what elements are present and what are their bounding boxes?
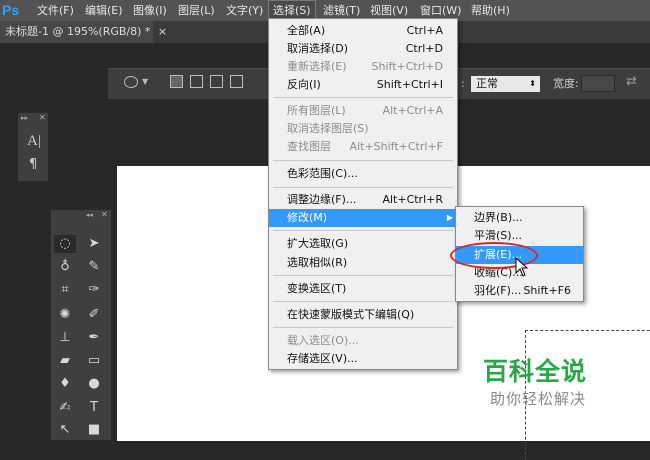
panel-close-icon[interactable]: ✕ <box>101 210 108 219</box>
rectangle-tool-icon[interactable]: ■ <box>83 421 105 439</box>
menu-item-color-range[interactable]: 色彩范围(C)... <box>269 165 457 183</box>
close-tab-icon[interactable]: × <box>158 25 167 38</box>
menu-help[interactable]: 帮助(H) <box>471 0 510 21</box>
menu-separator <box>273 275 453 276</box>
menu-item-inverse[interactable]: 反向(I) Shift+Ctrl+I <box>269 76 457 94</box>
watermark-title: 百科全说 <box>483 357 588 386</box>
swap-icon[interactable]: ⇄ <box>626 74 637 89</box>
lasso-tool-icon[interactable]: ♁ <box>54 258 76 276</box>
menu-item-transform-selection[interactable]: 变换选区(T) <box>269 280 457 298</box>
menu-type[interactable]: 文字(Y) <box>226 0 263 21</box>
elliptical-marquee-tool-icon[interactable]: ◌ <box>54 235 76 253</box>
history-brush-tool-icon[interactable]: ✒ <box>83 329 105 347</box>
brush-tool-icon[interactable]: ✐ <box>83 306 105 324</box>
character-panel: ▸▸ ✕ A| ¶ <box>17 112 49 182</box>
tools-panel: ◂◂ ✕ ◌ ➤ ♁ ✎ ⌗ ✑ ✺ ✐ ⊥ ✒ ▰ ▭ ♦ ● ✍ T ↖ ■ <box>50 209 112 441</box>
blur-tool-icon[interactable]: ♦ <box>54 375 76 393</box>
submenu-item-border[interactable]: 边界(B)... <box>456 209 583 227</box>
select-menu-dropdown: 全部(A) Ctrl+A 取消选择(D) Ctrl+D 重新选择(E) Shift+C… <box>268 18 458 370</box>
photoshop-logo: Ps <box>2 2 20 18</box>
style-select[interactable]: 正常 ⬍ <box>471 76 540 92</box>
add-to-selection-icon[interactable] <box>190 75 203 88</box>
style-label-colon: : <box>461 77 465 90</box>
mouse-cursor-icon <box>515 257 529 277</box>
healing-brush-tool-icon[interactable]: ✺ <box>54 306 76 324</box>
select-arrows-icon: ⬍ <box>529 79 536 88</box>
menu-separator <box>273 230 453 231</box>
menu-item-refine-edge[interactable]: 调整边缘(F)... Alt+Ctrl+R <box>269 191 457 209</box>
move-tool-icon[interactable]: ➤ <box>83 235 105 253</box>
document-tab-title: 未标题-1 @ 195%(RGB/8) * <box>5 25 151 38</box>
menu-item-quick-mask[interactable]: 在快速蒙版模式下编辑(Q) <box>269 306 457 324</box>
new-selection-icon[interactable] <box>170 75 183 88</box>
eyedropper-tool-icon[interactable]: ✑ <box>83 281 105 299</box>
document-tab[interactable]: 未标题-1 @ 195%(RGB/8) * × <box>0 21 167 43</box>
chevron-down-icon[interactable]: ▼ <box>142 77 148 86</box>
menu-file[interactable]: 文件(F) <box>37 0 74 21</box>
elliptical-marquee-preset-icon[interactable] <box>124 76 138 88</box>
menu-item-reselect[interactable]: 重新选择(E) Shift+Ctrl+D <box>269 58 457 76</box>
menu-edit[interactable]: 编辑(E) <box>85 0 123 21</box>
menu-separator <box>273 301 453 302</box>
menu-layer[interactable]: 图层(L) <box>178 0 215 21</box>
menu-item-load-selection[interactable]: 载入选区(O)... <box>269 332 457 350</box>
menu-item-save-selection[interactable]: 存储选区(V)... <box>269 350 457 368</box>
menu-separator <box>273 327 453 328</box>
menu-item-modify[interactable]: 修改(M) ▶ <box>269 209 457 227</box>
clone-stamp-tool-icon[interactable]: ⊥ <box>54 329 76 347</box>
paragraph-icon[interactable]: ¶ <box>29 157 37 172</box>
submenu-arrow-icon: ▶ <box>446 213 453 222</box>
panel-collapse-icon[interactable]: ▸▸ <box>21 114 28 122</box>
menu-item-all-layers[interactable]: 所有图层(L) Alt+Ctrl+A <box>269 102 457 120</box>
type-tool-icon[interactable]: T <box>83 399 105 417</box>
path-selection-tool-icon[interactable]: ↖ <box>54 421 76 439</box>
width-input[interactable] <box>581 75 615 92</box>
submenu-item-feather[interactable]: 羽化(F)... Shift+F6 <box>456 282 583 300</box>
menu-separator <box>273 97 453 98</box>
menu-item-similar[interactable]: 选取相似(R) <box>269 254 457 272</box>
menu-separator <box>273 187 453 188</box>
panel-close-icon[interactable]: ✕ <box>39 113 46 122</box>
crop-tool-icon[interactable]: ⌗ <box>54 281 76 299</box>
quick-selection-tool-icon[interactable]: ✎ <box>83 258 105 276</box>
style-select-value: 正常 <box>476 77 498 90</box>
panel-collapse-icon[interactable]: ◂◂ <box>86 211 93 219</box>
eraser-tool-icon[interactable]: ▰ <box>54 352 76 370</box>
watermark-subtitle: 助你轻松解决 <box>490 390 587 408</box>
menu-image[interactable]: 图像(I) <box>133 0 167 21</box>
menu-item-select-all[interactable]: 全部(A) Ctrl+A <box>269 22 457 40</box>
menu-item-deselect-layers[interactable]: 取消选择图层(S) <box>269 120 457 138</box>
menu-separator <box>273 160 453 161</box>
width-label: 宽度: <box>553 77 579 90</box>
menu-item-grow[interactable]: 扩大选取(G) <box>269 235 457 253</box>
dodge-tool-icon[interactable]: ● <box>83 375 105 393</box>
menu-item-deselect[interactable]: 取消选择(D) Ctrl+D <box>269 40 457 58</box>
menu-item-find-layers[interactable]: 查找图层 Alt+Shift+Ctrl+F <box>269 138 457 156</box>
character-icon[interactable]: A| <box>27 133 41 150</box>
intersect-selection-icon[interactable] <box>230 75 243 88</box>
gradient-tool-icon[interactable]: ▭ <box>83 352 105 370</box>
subtract-from-selection-icon[interactable] <box>210 75 223 88</box>
pen-tool-icon[interactable]: ✍ <box>54 399 76 417</box>
